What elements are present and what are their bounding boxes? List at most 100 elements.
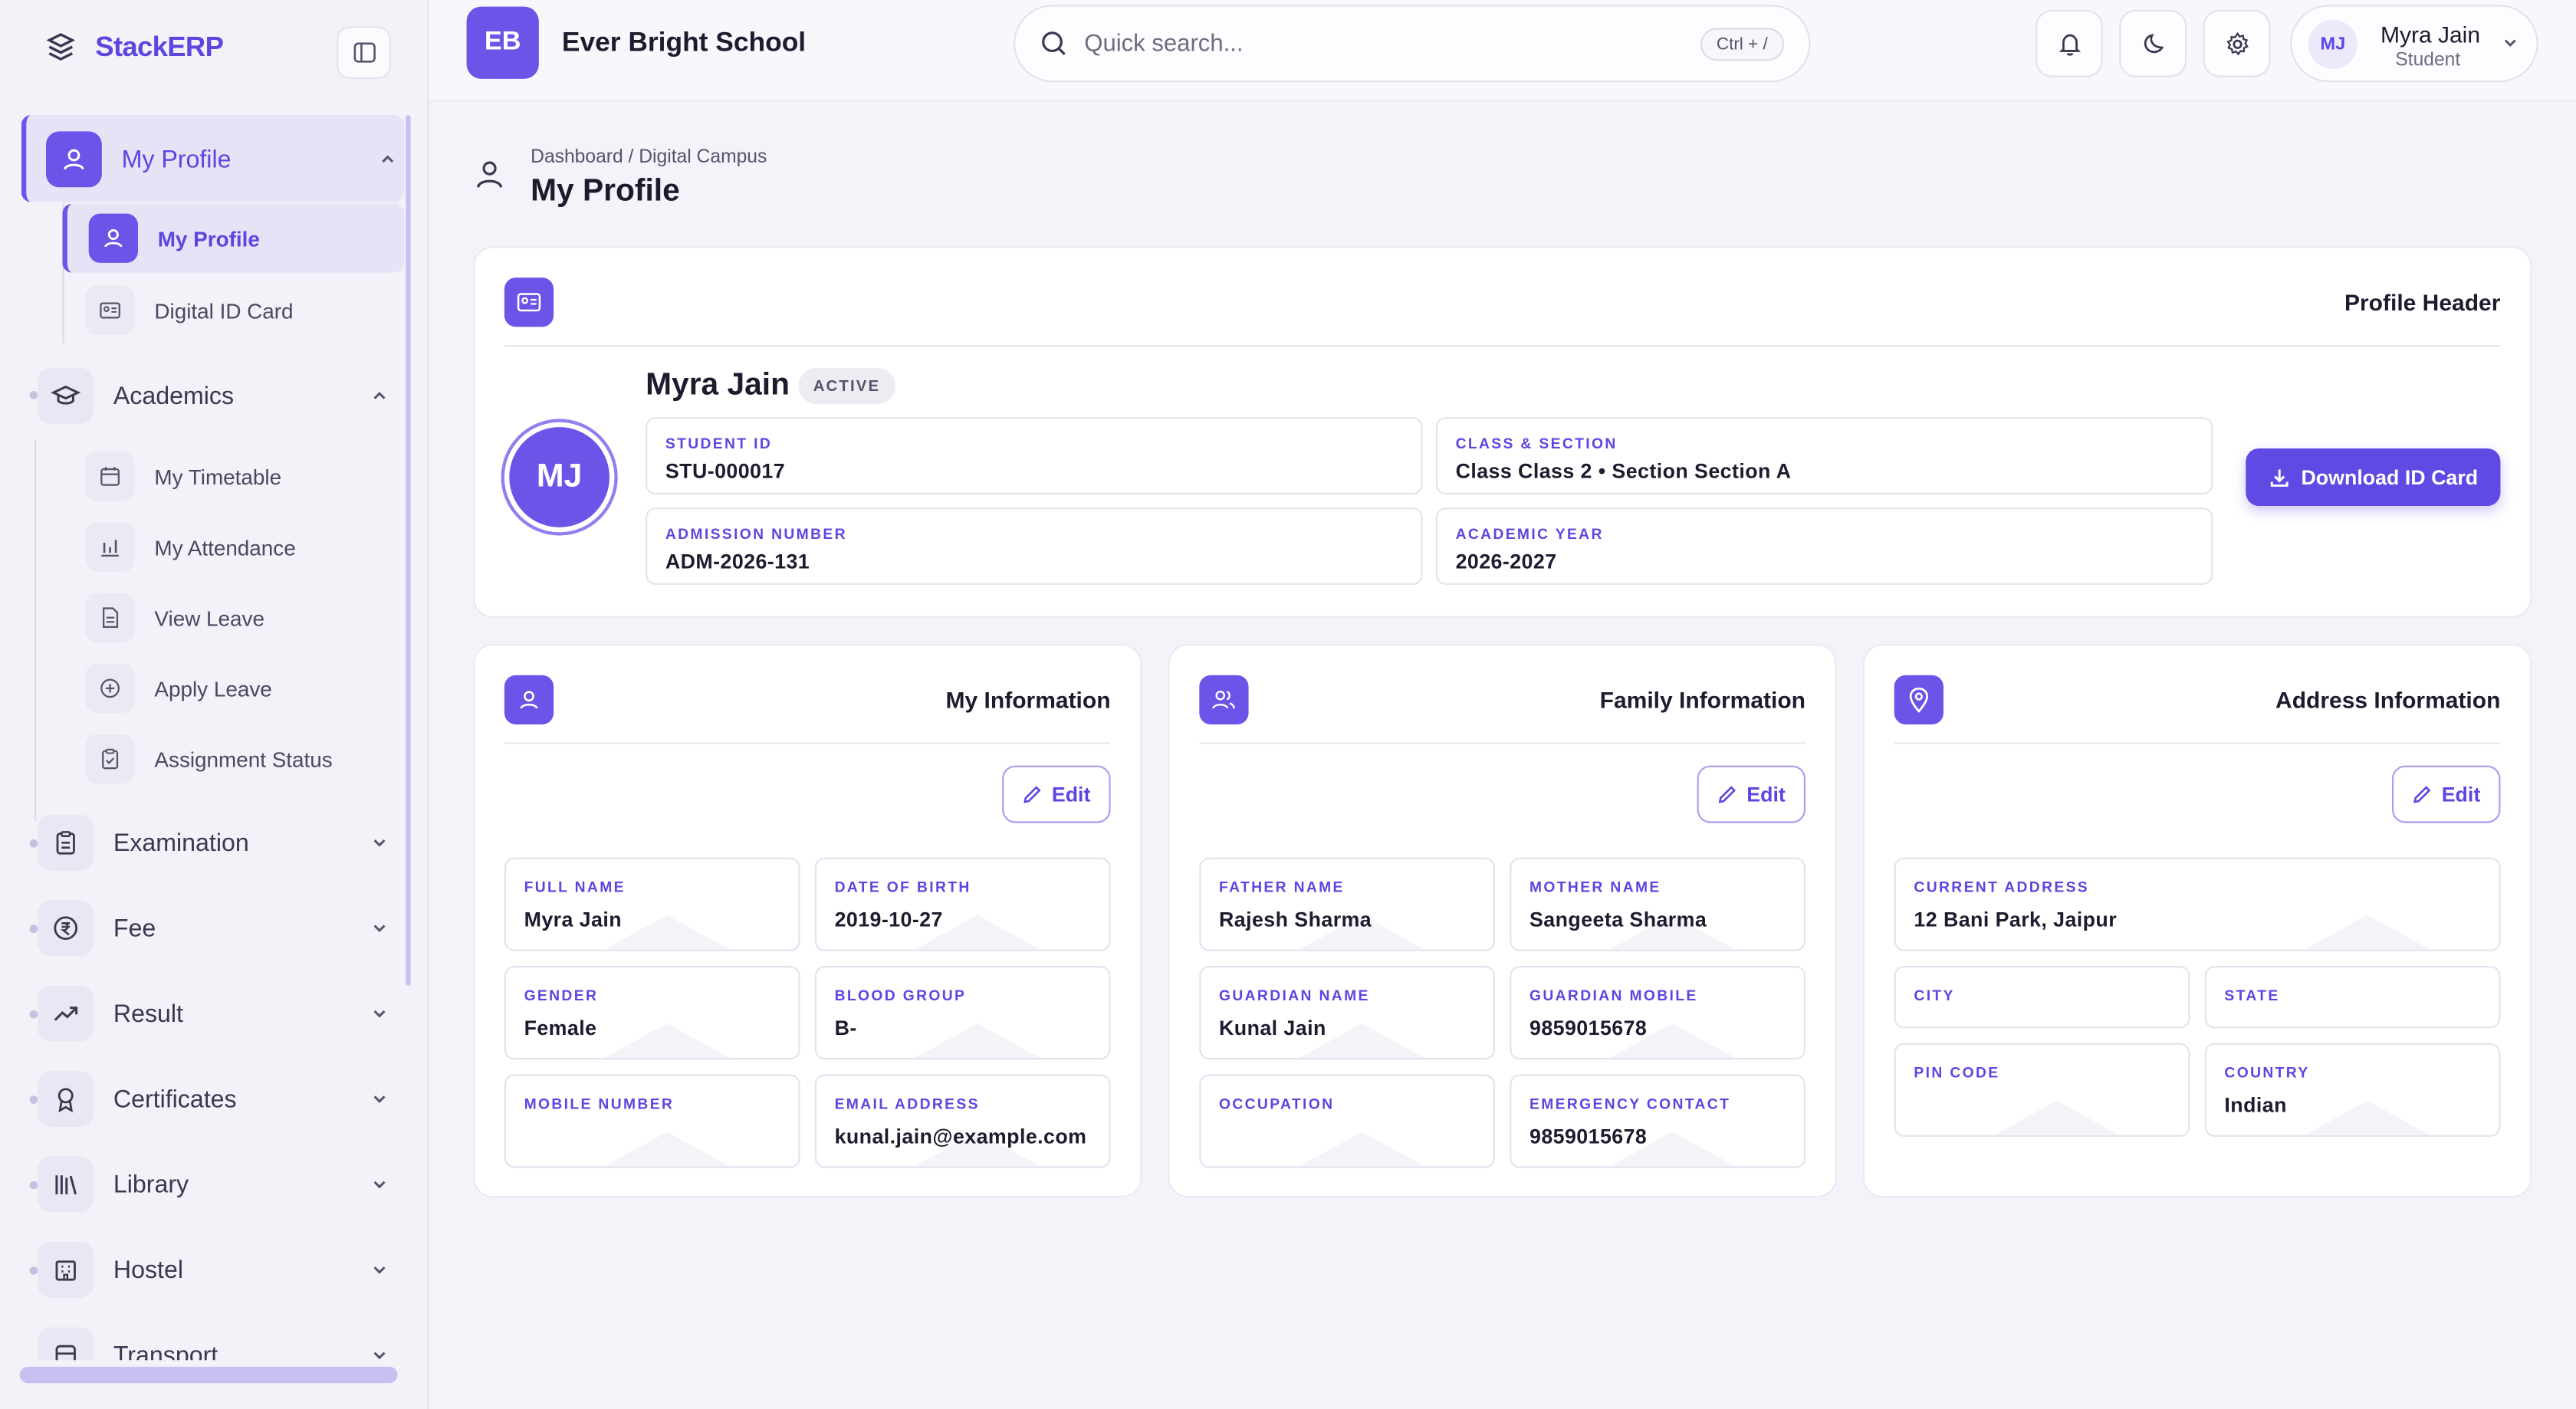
search-placeholder: Quick search... (1084, 30, 1244, 57)
sidebar-group-label: Academics (113, 382, 235, 410)
theme-toggle-button[interactable] (2119, 9, 2187, 77)
sidebar-item-assignment-status[interactable]: Assignment Status (85, 734, 333, 784)
field-value: Class Class 2 • Section Section A (1455, 460, 1792, 483)
sidebar-group-examination[interactable]: Examination (38, 814, 389, 871)
card-title: Family Information (1599, 686, 1806, 713)
bar-chart-icon (85, 522, 135, 572)
sidebar-group-label: Result (113, 999, 183, 1028)
download-id-card-button[interactable]: Download ID Card (2246, 448, 2501, 506)
sidebar-item-my-timetable[interactable]: My Timetable (85, 452, 281, 501)
sidebar-group-certificates[interactable]: Certificates (38, 1071, 389, 1127)
field-value: 9859015678 (1529, 1125, 1648, 1148)
group-dot (29, 390, 38, 399)
user-icon (88, 213, 138, 263)
button-label: Download ID Card (2301, 465, 2479, 489)
country-field: COUNTRY Indian (2204, 1043, 2501, 1137)
horizontal-scrollbar[interactable] (19, 1366, 398, 1384)
card-title: My Information (945, 686, 1111, 713)
sidebar-item-label: View Leave (154, 605, 264, 630)
card-title: Address Information (2275, 686, 2501, 713)
vertical-scrollbar[interactable] (406, 115, 411, 986)
sidebar-group-fee[interactable]: Fee (38, 900, 389, 957)
search-shortcut-badge: Ctrl + / (1700, 28, 1785, 61)
edit-address-information-button[interactable]: Edit (2392, 765, 2501, 823)
notifications-button[interactable] (2036, 9, 2103, 77)
sidebar-group-label: Certificates (113, 1085, 237, 1113)
sidebar-item-label: Assignment Status (154, 746, 333, 772)
chevron-up-icon (373, 392, 386, 399)
collapse-sidebar-button[interactable] (337, 26, 391, 79)
field-label: EMAIL ADDRESS (834, 1095, 980, 1112)
sidebar-item-digital-id-card[interactable]: Digital ID Card (85, 285, 294, 336)
settings-button[interactable] (2203, 9, 2271, 77)
field-value: Female (524, 1017, 597, 1040)
bell-icon (2058, 33, 2081, 55)
library-icon (38, 1156, 94, 1213)
field-label: BLOOD GROUP (834, 987, 967, 1004)
field-value: Indian (2224, 1094, 2287, 1118)
emergency-contact-field: EMERGENCY CONTACT 9859015678 (1510, 1074, 1806, 1168)
sidebar-group-library[interactable]: Library (38, 1156, 389, 1213)
date-of-birth-field: DATE OF BIRTH 2019-10-27 (814, 857, 1111, 951)
trending-up-icon (38, 985, 94, 1042)
group-dot (29, 1266, 38, 1275)
map-pin-icon (1894, 675, 1944, 724)
building-icon (38, 1242, 94, 1298)
admission-number-field: ADMISSION NUMBER ADM-2026-131 (646, 507, 1423, 585)
pencil-icon (2413, 786, 2431, 803)
user-icon (504, 675, 554, 724)
chevron-down-icon (2504, 39, 2516, 48)
field-value: kunal.jain@example.com (834, 1125, 1087, 1148)
group-dot (29, 925, 38, 934)
sidebar-item-label: Apply Leave (154, 675, 272, 701)
current-address-field: CURRENT ADDRESS 12 Bani Park, Jaipur (1894, 857, 2501, 951)
sidebar-group-transport[interactable]: Transport (38, 1327, 389, 1361)
button-label: Edit (1051, 783, 1091, 806)
sidebar-item-my-attendance[interactable]: My Attendance (85, 522, 296, 572)
field-label: ADMISSION NUMBER (665, 525, 847, 543)
brand[interactable]: StackERP (43, 30, 224, 66)
school-logo[interactable]: EB (466, 6, 539, 79)
tree-line (34, 440, 37, 822)
guardian-mobile-field: GUARDIAN MOBILE 9859015678 (1510, 966, 1806, 1060)
field-label: ACADEMIC YEAR (1455, 525, 1604, 543)
field-value: 2019-10-27 (834, 908, 943, 931)
chevron-up-icon (382, 155, 394, 163)
rupee-icon (38, 900, 94, 957)
email-address-field: EMAIL ADDRESS kunal.jain@example.com (814, 1074, 1111, 1168)
edit-family-information-button[interactable]: Edit (1697, 765, 1806, 823)
field-label: GENDER (524, 987, 599, 1004)
bus-icon (38, 1327, 94, 1361)
pencil-icon (1719, 786, 1737, 803)
full-name-field: FULL NAME Myra Jain (504, 857, 800, 951)
clipboard-icon (38, 814, 94, 871)
field-value: 12 Bani Park, Jaipur (1914, 908, 2118, 931)
field-label: GUARDIAN NAME (1219, 987, 1370, 1004)
field-label: FULL NAME (524, 879, 626, 895)
topbar: EB Ever Bright School Quick search... Ct… (429, 0, 2576, 102)
user-menu[interactable]: MJ Myra Jain Student (2290, 5, 2538, 83)
sidebar-item-apply-leave[interactable]: Apply Leave (85, 663, 272, 713)
father-name-field: FATHER NAME Rajesh Sharma (1199, 857, 1495, 951)
sidebar-item-label: My Profile (157, 225, 260, 251)
button-label: Edit (2441, 783, 2481, 806)
sidebar-group-hostel[interactable]: Hostel (38, 1242, 389, 1298)
divider (1894, 742, 2501, 744)
group-dot (29, 1095, 38, 1104)
brand-name: StackERP (95, 31, 224, 63)
edit-my-information-button[interactable]: Edit (1002, 765, 1111, 823)
status-badge: ACTIVE (798, 368, 895, 405)
search-input[interactable]: Quick search... Ctrl + / (1014, 5, 1811, 83)
card-title: Profile Header (2344, 289, 2501, 316)
field-value: Sangeeta Sharma (1529, 908, 1707, 931)
sidebar-group-my-profile[interactable]: My Profile (46, 131, 398, 188)
sidebar-group-result[interactable]: Result (38, 985, 389, 1042)
field-label: COUNTRY (2224, 1064, 2310, 1081)
group-dot (29, 1181, 38, 1190)
class-section-field: CLASS & SECTION Class Class 2 • Section … (1435, 417, 2213, 494)
sidebar-item-my-profile[interactable]: My Profile (88, 213, 260, 263)
field-value: B- (834, 1017, 857, 1040)
sidebar-group-academics[interactable]: Academics (38, 368, 389, 424)
page-title: My Profile (531, 174, 680, 209)
sidebar-item-view-leave[interactable]: View Leave (85, 593, 264, 642)
